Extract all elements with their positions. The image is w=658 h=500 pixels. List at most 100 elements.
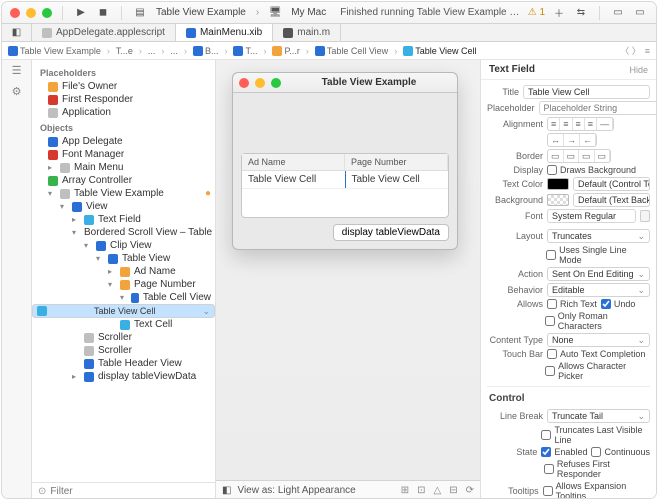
outline-item[interactable]: Scroller bbox=[32, 344, 215, 357]
outline-item[interactable]: File's Owner bbox=[32, 80, 215, 93]
table-cell-editing[interactable]: Table View Cell bbox=[345, 171, 449, 188]
table-cell[interactable]: Table View Cell bbox=[242, 171, 345, 188]
field-label: Text Color bbox=[487, 179, 543, 189]
navigator-toggle[interactable]: ◧ bbox=[2, 24, 32, 41]
field-label: Placeholder bbox=[487, 103, 535, 113]
display-button[interactable]: display tableViewData bbox=[333, 224, 449, 241]
mock-window-title: Table View Example bbox=[287, 77, 451, 88]
minimize-icon[interactable] bbox=[26, 8, 36, 18]
outline-item[interactable]: Text Cell bbox=[32, 318, 215, 331]
scheme-name[interactable]: Table View Example bbox=[154, 7, 248, 18]
field-label: Touch Bar bbox=[487, 349, 543, 359]
stop-icon[interactable]: ◼ bbox=[95, 7, 111, 18]
ib-canvas[interactable]: Table View Example Ad Name Page Number T… bbox=[216, 60, 480, 499]
outline-group: Placeholders bbox=[32, 64, 215, 80]
adjust-icon[interactable]: ⚙ bbox=[12, 85, 22, 98]
align-icon[interactable]: ⊞ bbox=[401, 485, 409, 496]
outline-item[interactable]: ▾Table Cell View bbox=[32, 291, 215, 304]
outline-item[interactable]: ▸Ad Name bbox=[32, 265, 215, 278]
file-tab[interactable]: main.m bbox=[273, 24, 341, 41]
warning-badge[interactable]: ⚠ 1 bbox=[528, 7, 545, 18]
mock-table[interactable]: Ad Name Page Number Table View Cell Tabl… bbox=[241, 153, 449, 218]
outline-item[interactable]: Array Controller bbox=[32, 174, 215, 187]
library-icon[interactable]: ▭ bbox=[610, 7, 626, 18]
outline-item[interactable]: ▸Main Menu bbox=[32, 161, 215, 174]
build-status: Finished running Table View Example : Ta… bbox=[334, 7, 521, 18]
title-input[interactable] bbox=[523, 85, 650, 99]
color-swatch[interactable] bbox=[547, 194, 569, 206]
outline-item[interactable]: ▸Text Field bbox=[32, 213, 215, 226]
trunc-last-check[interactable] bbox=[541, 430, 551, 440]
draws-bg-check[interactable] bbox=[547, 165, 557, 175]
auto-complete-check[interactable] bbox=[547, 349, 557, 359]
text-color-select[interactable]: Default (Control Text Color) bbox=[573, 177, 650, 191]
outline-item[interactable]: Table Header View bbox=[32, 357, 215, 370]
embed-icon[interactable]: ⊟ bbox=[449, 485, 457, 496]
outline-item-selected[interactable]: Table View Cell bbox=[32, 304, 215, 318]
outline-filter[interactable]: ⊙ bbox=[32, 482, 215, 499]
outline-item[interactable]: Scroller bbox=[32, 331, 215, 344]
outline-icon[interactable]: ☰ bbox=[12, 64, 22, 77]
tooltips-check[interactable] bbox=[543, 486, 553, 496]
bg-color-select[interactable]: Default (Text Background Col... bbox=[573, 193, 650, 207]
linebreak-select[interactable]: Truncate Tail bbox=[547, 409, 650, 423]
activity-icon[interactable]: ⇆ bbox=[573, 7, 589, 18]
single-line-check[interactable] bbox=[546, 250, 556, 260]
outline-item[interactable]: ▾Table View Example● bbox=[32, 187, 215, 200]
behavior-select[interactable]: Editable bbox=[547, 283, 650, 297]
outline-item[interactable]: Application bbox=[32, 106, 215, 119]
enabled-check[interactable] bbox=[541, 447, 551, 457]
run-icon[interactable]: ▶ bbox=[73, 7, 89, 18]
view-as-label[interactable]: View as: Light Appearance bbox=[237, 485, 355, 496]
resolve-icon[interactable]: △ bbox=[434, 485, 442, 496]
outline-item[interactable]: ▾Page Number bbox=[32, 278, 215, 291]
zoom-icon[interactable] bbox=[42, 8, 52, 18]
outline-item[interactable]: App Delegate bbox=[32, 135, 215, 148]
column-header[interactable]: Ad Name bbox=[242, 154, 345, 170]
pin-icon[interactable]: ⊡ bbox=[417, 485, 425, 496]
alignment-segmented[interactable]: ≡≡≡≡— bbox=[547, 117, 614, 131]
canvas-area[interactable]: Table View Example Ad Name Page Number T… bbox=[216, 60, 480, 480]
minimize-icon bbox=[255, 78, 265, 88]
close-icon[interactable] bbox=[10, 8, 20, 18]
rich-text-check[interactable] bbox=[547, 299, 557, 309]
char-picker-check[interactable] bbox=[545, 366, 555, 376]
file-tab[interactable]: MainMenu.xib bbox=[176, 24, 273, 41]
field-label: Layout bbox=[487, 231, 543, 241]
outline-item[interactable]: First Responder bbox=[32, 93, 215, 106]
action-select[interactable]: Sent On End Editing bbox=[547, 267, 650, 281]
direction-segmented[interactable]: ↔→← bbox=[547, 133, 597, 147]
outline-item[interactable]: ▾View bbox=[32, 200, 215, 213]
outline-item[interactable]: Font Manager bbox=[32, 148, 215, 161]
plus-icon[interactable]: ＋ bbox=[551, 5, 567, 20]
outline-item[interactable]: ▸display tableViewData bbox=[32, 370, 215, 383]
outline-item[interactable]: ▾Table View bbox=[32, 252, 215, 265]
hide-button[interactable]: Hide bbox=[629, 65, 648, 75]
inspectors-toggle-icon[interactable]: ▭ bbox=[632, 7, 648, 18]
content-type-select[interactable]: None bbox=[547, 333, 650, 347]
font-stepper[interactable] bbox=[640, 210, 650, 222]
outline-item[interactable]: ▾Bordered Scroll View – Table View bbox=[32, 226, 215, 239]
border-segmented[interactable]: ▭▭▭▭ bbox=[547, 149, 611, 163]
close-icon bbox=[239, 78, 249, 88]
filter-input[interactable] bbox=[50, 486, 209, 497]
field-label: Background bbox=[487, 195, 543, 205]
mock-window[interactable]: Table View Example Ad Name Page Number T… bbox=[232, 72, 458, 250]
outline-item[interactable]: ▾Clip View bbox=[32, 239, 215, 252]
font-field[interactable]: System Regular bbox=[547, 209, 636, 223]
appearance-toggle-icon[interactable]: ◧ bbox=[222, 485, 231, 496]
field-label: Border bbox=[487, 151, 543, 161]
undo-check[interactable] bbox=[601, 299, 611, 309]
update-frames-icon[interactable]: ⟳ bbox=[466, 485, 474, 496]
continuous-check[interactable] bbox=[591, 447, 601, 457]
device-name[interactable]: My Mac bbox=[289, 7, 328, 18]
jump-bar[interactable]: Table View Example T...e ... ... B... T.… bbox=[2, 42, 656, 60]
refuses-fr-check[interactable] bbox=[544, 464, 554, 474]
placeholder-input[interactable] bbox=[539, 101, 656, 115]
file-tab[interactable]: AppDelegate.applescript bbox=[32, 24, 176, 41]
inspector-group: Control bbox=[487, 386, 650, 408]
color-swatch[interactable] bbox=[547, 178, 569, 190]
column-header[interactable]: Page Number bbox=[345, 154, 448, 170]
roman-check[interactable] bbox=[545, 316, 555, 326]
layout-select[interactable]: Truncates bbox=[547, 229, 650, 243]
